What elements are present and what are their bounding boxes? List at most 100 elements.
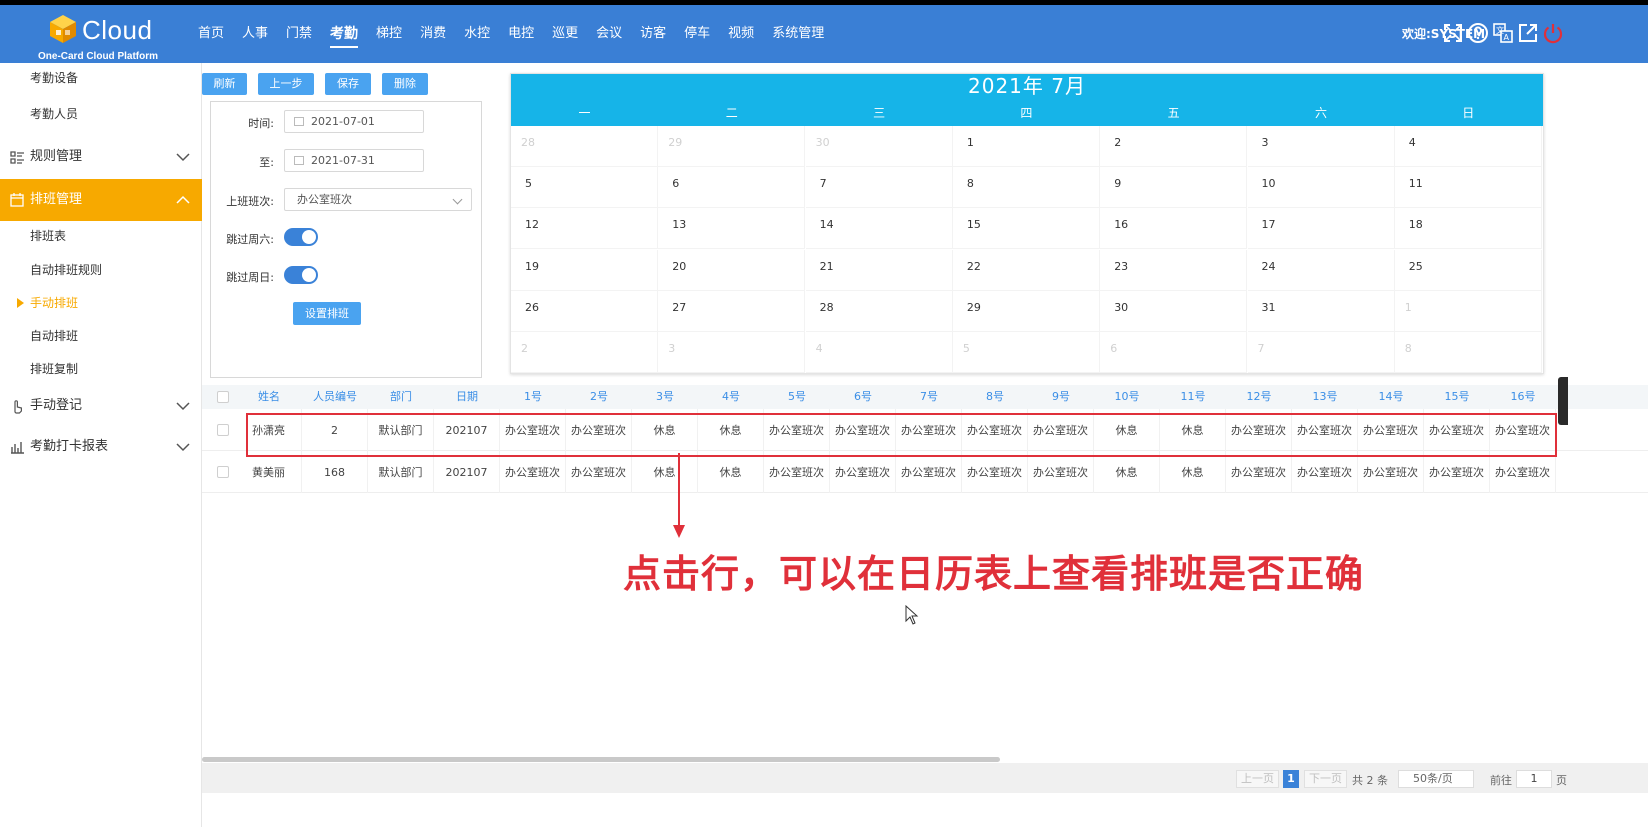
calendar-day[interactable]: 18 [1394,208,1542,250]
translate-icon[interactable]: 文 A [1492,22,1514,44]
sidebar-item-8[interactable]: 排班复制 [0,354,202,384]
save-button[interactable]: 保存 [325,73,371,95]
calendar-day[interactable]: 8 [1394,332,1542,373]
nav-item-12[interactable]: 视频 [719,5,763,63]
column-header: 部门 [390,390,412,403]
calendar-day[interactable]: 13 [658,208,806,250]
prev-step-button[interactable]: 上一步 [258,73,314,95]
nav-item-5[interactable]: 消费 [411,5,455,63]
page-size-select[interactable]: 50条/页 [1398,770,1474,788]
calendar-day[interactable]: 19 [511,249,658,291]
calendar-day[interactable]: 7 [1247,332,1395,373]
end-date-field[interactable]: 2021-07-31 [284,149,424,172]
calendar-day[interactable]: 14 [805,208,953,250]
calendar-day[interactable]: 9 [1100,167,1248,209]
skip-sunday-toggle[interactable] [284,266,318,284]
page-1-button[interactable]: 1 [1283,770,1299,788]
calendar-day[interactable]: 30 [1100,290,1248,332]
calendar-day[interactable]: 7 [805,167,953,209]
calendar-day[interactable]: 1 [1394,290,1542,332]
nav-item-10[interactable]: 访客 [631,5,675,63]
calendar-day[interactable]: 8 [952,167,1100,209]
nav-item-4[interactable]: 梯控 [367,5,411,63]
horizontal-scrollbar[interactable] [202,755,1648,763]
set-schedule-button[interactable]: 设置排班 [293,302,361,325]
sidebar-item-7[interactable]: 自动排班 [0,321,202,351]
nav-item-3[interactable]: 考勤 [321,5,367,63]
sidebar-item-1[interactable]: 考勤人员 [0,99,202,129]
scrollbar-thumb[interactable] [202,757,1000,762]
row-checkbox[interactable] [217,466,229,478]
calendar-day[interactable]: 5 [952,332,1100,373]
to-label: 至: [259,156,274,169]
calendar-day[interactable]: 24 [1247,249,1395,291]
sidebar-item-0[interactable]: 考勤设备 [0,63,202,93]
calendar-day[interactable]: 17 [1247,208,1395,250]
calendar-day[interactable]: 23 [1100,249,1248,291]
shift-select[interactable]: 办公室班次 [284,188,472,211]
calendar-day[interactable]: 28 [805,290,953,332]
nav-item-9[interactable]: 会议 [587,5,631,63]
calendar-day[interactable]: 27 [658,290,806,332]
goto-page-input[interactable]: 1 [1516,770,1552,788]
calendar-day[interactable]: 29 [658,126,806,167]
table-cell: 办公室班次 [830,409,896,451]
calendar-day[interactable]: 15 [952,208,1100,250]
start-date-field[interactable]: 2021-07-01 [284,110,424,133]
calendar-day[interactable]: 21 [805,249,953,291]
calendar-day[interactable]: 31 [1247,290,1395,332]
power-icon[interactable] [1542,22,1564,44]
calendar-day[interactable]: 2 [1100,126,1248,167]
nav-item-1[interactable]: 人事 [233,5,277,63]
table-row[interactable]: 黄美丽 168 默认部门 202107 办公室班次 办公室班次 休息 休息 办公室班次 办公室班次… [202,451,1648,493]
side-panel-tab[interactable] [1558,377,1568,425]
select-all-checkbox[interactable] [217,391,229,403]
calendar-day[interactable]: 28 [511,126,658,167]
calendar-day[interactable]: 2 [511,332,658,373]
calendar-day[interactable]: 3 [658,332,806,373]
delete-button[interactable]: 删除 [382,73,428,95]
calendar-day[interactable]: 1 [952,126,1100,167]
refresh-button[interactable]: 刷新 [202,73,247,95]
help-icon[interactable] [1467,22,1489,44]
sidebar-item-10[interactable]: 考勤打卡报表 [0,427,202,467]
calendar-day[interactable]: 12 [511,208,658,250]
sidebar-item-2[interactable]: 规则管理 [0,137,202,177]
nav-item-11[interactable]: 停车 [675,5,719,63]
skip-saturday-toggle[interactable] [284,228,318,246]
sidebar-item-5[interactable]: 自动排班规则 [0,255,202,285]
table-cell: 休息 [1094,409,1160,451]
row-checkbox[interactable] [217,424,229,436]
calendar-day[interactable]: 3 [1247,126,1395,167]
calendar-day[interactable]: 26 [511,290,658,332]
prev-page-button[interactable]: 上一页 [1236,770,1279,788]
calendar-day[interactable]: 5 [511,167,658,209]
calendar-day[interactable]: 29 [952,290,1100,332]
calendar-day[interactable]: 22 [952,249,1100,291]
calendar-day[interactable]: 4 [805,332,953,373]
nav-item-7[interactable]: 电控 [499,5,543,63]
calendar-day[interactable]: 20 [658,249,806,291]
external-link-icon[interactable] [1517,22,1539,44]
calendar-day[interactable]: 16 [1100,208,1248,250]
calendar-day[interactable]: 4 [1394,126,1542,167]
calendar-day[interactable]: 10 [1247,167,1395,209]
sidebar-item-4[interactable]: 排班表 [0,221,202,251]
nav-item-6[interactable]: 水控 [455,5,499,63]
calendar-day[interactable]: 11 [1394,167,1542,209]
nav-item-2[interactable]: 门禁 [277,5,321,63]
table-row[interactable]: 孙潇亮 2 默认部门 202107 办公室班次 办公室班次 休息 休息 办公室班次 办公室班次 办公… [202,409,1648,451]
calendar-day[interactable]: 25 [1394,249,1542,291]
next-page-button[interactable]: 下一页 [1304,770,1347,788]
sidebar-item-6[interactable]: 手动排班 [0,288,202,318]
calendar-day[interactable]: 6 [658,167,806,209]
calendar-day[interactable]: 30 [805,126,953,167]
nav-item-8[interactable]: 巡更 [543,5,587,63]
nav-item-13[interactable]: 系统管理 [763,5,833,63]
weekday-2: 三 [873,106,886,120]
calendar-day[interactable]: 6 [1100,332,1248,373]
nav-item-0[interactable]: 首页 [198,5,233,63]
fullscreen-icon[interactable] [1442,22,1464,44]
sidebar-item-3[interactable]: 排班管理 [0,179,202,221]
sidebar-item-9[interactable]: 手动登记 [0,387,202,425]
